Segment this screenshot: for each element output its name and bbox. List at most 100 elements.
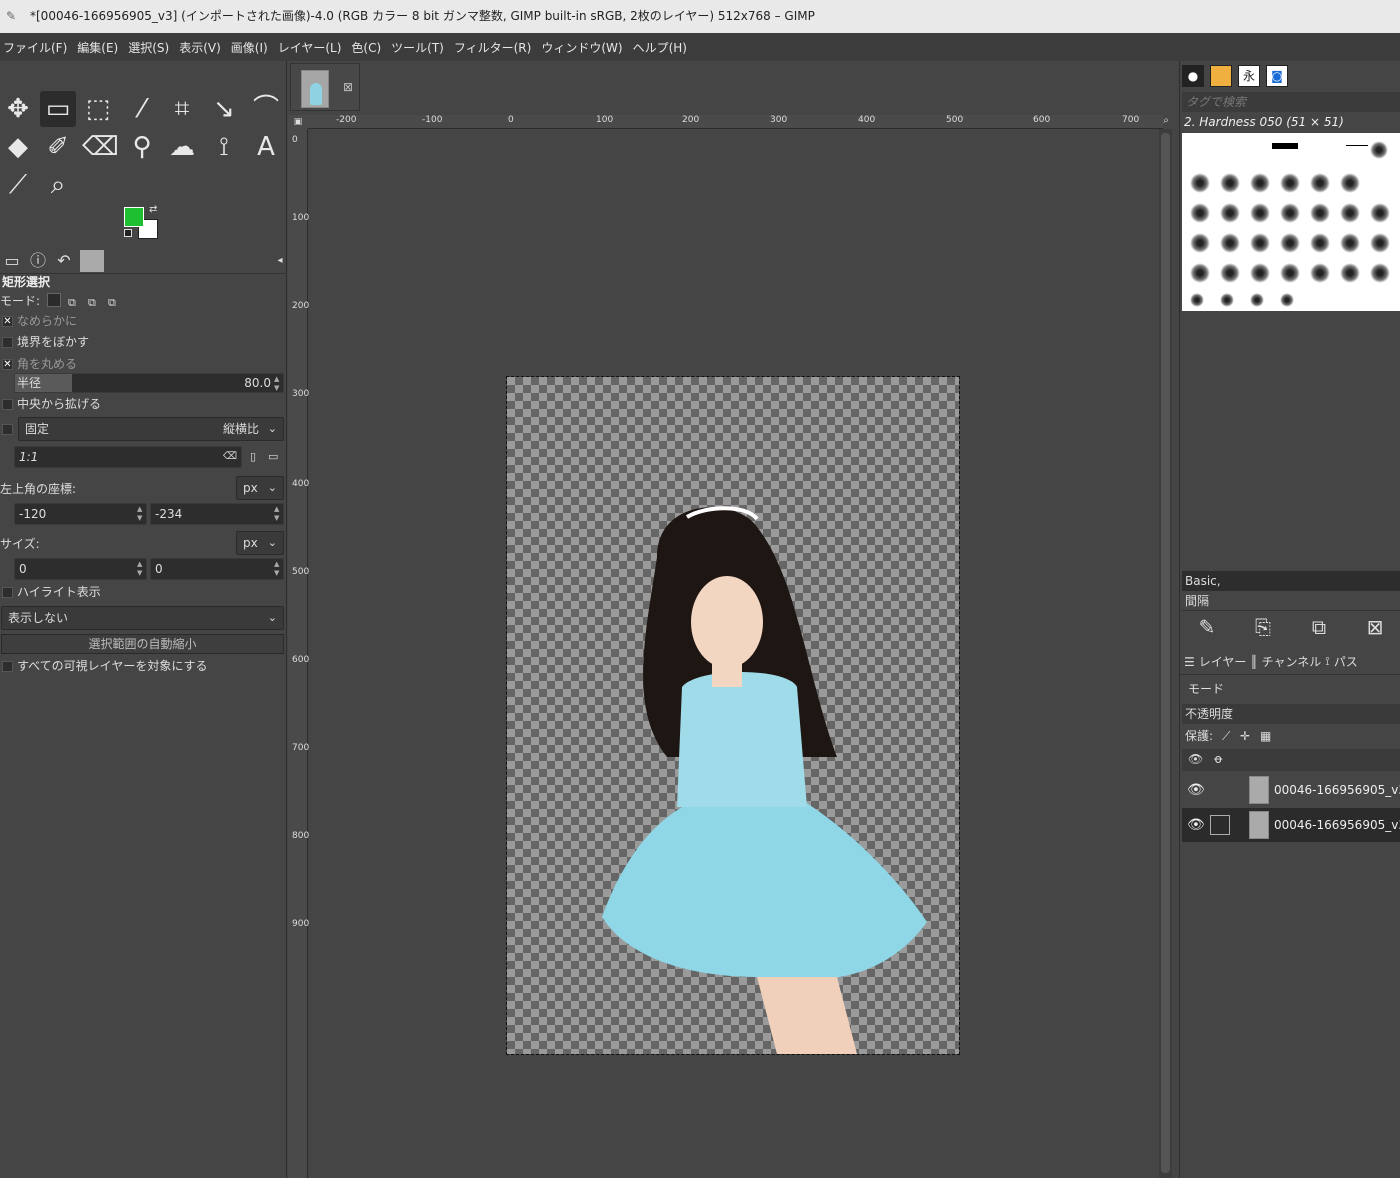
paintbrush-tool-icon[interactable]: ✐: [40, 129, 76, 165]
menu-select[interactable]: 選択(S): [128, 39, 169, 56]
landscape-icon[interactable]: ▭: [268, 450, 278, 463]
bucket-fill-tool-icon[interactable]: ◆: [0, 129, 36, 165]
auto-shrink-button[interactable]: 選択範囲の自動縮小: [1, 634, 284, 654]
brush-item[interactable]: [1310, 263, 1330, 283]
menu-colors[interactable]: 色(C): [351, 39, 381, 56]
menu-edit[interactable]: 編集(E): [77, 39, 118, 56]
brush-item[interactable]: [1280, 203, 1300, 223]
all-layers-checkbox[interactable]: [2, 661, 13, 672]
navigate-icon[interactable]: ⌕: [1159, 115, 1173, 129]
spin-icon[interactable]: ▲ ▼: [137, 560, 145, 578]
brush-item[interactable]: [1280, 233, 1300, 253]
brush-item[interactable]: [1310, 233, 1330, 253]
zoom-tool-icon[interactable]: ⌕: [40, 167, 76, 203]
expand-center-row[interactable]: 中央から拡げる: [0, 394, 287, 414]
brush-item[interactable]: [1340, 233, 1360, 253]
brush-item[interactable]: [1346, 145, 1368, 146]
brush-item[interactable]: [1340, 203, 1360, 223]
paths-tab[interactable]: パス: [1334, 653, 1358, 670]
radius-spin-icon[interactable]: ▲ ▼: [274, 375, 282, 393]
eye-icon[interactable]: 👁: [1187, 808, 1205, 842]
guides-combo[interactable]: 表示しない ⌄: [1, 606, 284, 630]
image-tab[interactable]: ⊠: [290, 63, 360, 111]
vertical-scrollbar[interactable]: [1159, 129, 1172, 1178]
fixed-mode-combo[interactable]: 固定 縦横比 ⌄: [18, 417, 284, 441]
brush-item[interactable]: [1280, 293, 1294, 307]
gradients-tab-icon[interactable]: ◙: [1266, 65, 1288, 87]
brush-tags-field[interactable]: Basic,: [1182, 571, 1400, 591]
subtract-mode-icon[interactable]: ⧉: [88, 293, 96, 313]
eraser-tool-icon[interactable]: ⌫: [82, 129, 119, 165]
menu-windows[interactable]: ウィンドウ(W): [541, 39, 622, 56]
brush-item[interactable]: [1370, 263, 1390, 283]
spin-icon[interactable]: ▲ ▼: [274, 560, 282, 578]
clone-tool-icon[interactable]: ⚲: [124, 129, 160, 165]
smudge-tool-icon[interactable]: ☁: [164, 129, 200, 165]
brush-grid[interactable]: [1182, 133, 1400, 311]
menu-file[interactable]: ファイル(F): [3, 39, 67, 56]
brushes-tab-icon[interactable]: ●: [1182, 65, 1204, 87]
antialias-row[interactable]: ✕ なめらかに: [0, 311, 287, 331]
clear-icon[interactable]: ⌫: [223, 447, 237, 467]
antialias-checkbox[interactable]: ✕: [2, 316, 13, 327]
menu-view[interactable]: 表示(V): [179, 39, 221, 56]
feather-row[interactable]: 境界をぼかす: [0, 332, 287, 352]
color-picker-tool-icon[interactable]: ⟋: [0, 167, 36, 203]
replace-mode-icon[interactable]: [47, 293, 61, 307]
brush-item[interactable]: [1190, 293, 1204, 307]
ratio-input[interactable]: 1:1 ⌫: [14, 446, 242, 468]
brush-item[interactable]: [1250, 263, 1270, 283]
images-tab-icon[interactable]: [80, 250, 104, 272]
brush-item[interactable]: [1190, 233, 1210, 253]
lock-pixels-icon[interactable]: ⟋: [1222, 726, 1230, 746]
channels-tab-icon[interactable]: ║: [1250, 655, 1257, 669]
crop-tool-icon[interactable]: ⌗: [164, 91, 200, 127]
chain-toggle[interactable]: [1210, 815, 1230, 835]
brush-item[interactable]: [1220, 233, 1240, 253]
brush-item[interactable]: [1272, 143, 1298, 149]
spacing-slider[interactable]: 間隔: [1182, 591, 1400, 611]
reset-colors-icon[interactable]: [124, 229, 132, 237]
rect-select-tool-icon[interactable]: ▭: [40, 91, 76, 127]
quick-mask-icon[interactable]: ▣: [288, 115, 308, 129]
warp-tool-icon[interactable]: ⌒: [248, 91, 284, 127]
undo-history-tab-icon[interactable]: ↶: [52, 250, 76, 272]
lock-position-icon[interactable]: ✛: [1240, 726, 1250, 746]
layers-tab-icon[interactable]: ☰: [1184, 655, 1195, 669]
scrollbar-thumb[interactable]: [1161, 133, 1170, 1173]
tool-options-tab-icon[interactable]: ▭: [0, 250, 24, 272]
brush-item[interactable]: [1190, 203, 1210, 223]
brush-item[interactable]: [1250, 173, 1270, 193]
pos-x-input[interactable]: -120 ▲ ▼: [14, 503, 147, 525]
brush-item[interactable]: [1280, 263, 1300, 283]
patterns-tab-icon[interactable]: ▩: [1210, 65, 1232, 87]
opacity-slider[interactable]: 不透明度: [1182, 704, 1400, 724]
layer-row[interactable]: 👁 00046-166956905_v3.: [1182, 808, 1400, 842]
brush-item[interactable]: [1310, 173, 1330, 193]
menu-tools[interactable]: ツール(T): [391, 39, 444, 56]
spin-icon[interactable]: ▲ ▼: [137, 505, 145, 523]
image-canvas[interactable]: [506, 376, 960, 1055]
menu-filters[interactable]: フィルター(R): [454, 39, 531, 56]
brush-item[interactable]: [1250, 203, 1270, 223]
fuzzy-select-tool-icon[interactable]: ⬚: [80, 91, 116, 127]
layer-mode-combo[interactable]: モード: [1182, 679, 1400, 699]
radius-slider[interactable]: 半径 80.0 ▲ ▼: [14, 373, 284, 393]
brush-item[interactable]: [1220, 293, 1234, 307]
brush-item[interactable]: [1370, 203, 1390, 223]
paths-tool-icon[interactable]: ⟟: [206, 129, 242, 165]
channels-tab[interactable]: チャンネル: [1262, 653, 1322, 670]
brush-item[interactable]: [1220, 173, 1240, 193]
position-unit-combo[interactable]: px ⌄: [236, 476, 284, 500]
foreground-color-swatch[interactable]: [124, 207, 144, 227]
new-brush-icon[interactable]: ⎘: [1250, 614, 1276, 640]
expand-center-checkbox[interactable]: [2, 399, 13, 410]
highlight-checkbox[interactable]: [2, 587, 13, 598]
intersect-mode-icon[interactable]: ⧉: [108, 293, 116, 313]
brush-item[interactable]: [1250, 293, 1264, 307]
brush-item[interactable]: [1250, 233, 1270, 253]
text-tool-icon[interactable]: A: [248, 129, 284, 165]
brush-item[interactable]: [1310, 203, 1330, 223]
menu-layer[interactable]: レイヤー(L): [278, 39, 342, 56]
highlight-row[interactable]: ハイライト表示: [0, 582, 287, 602]
